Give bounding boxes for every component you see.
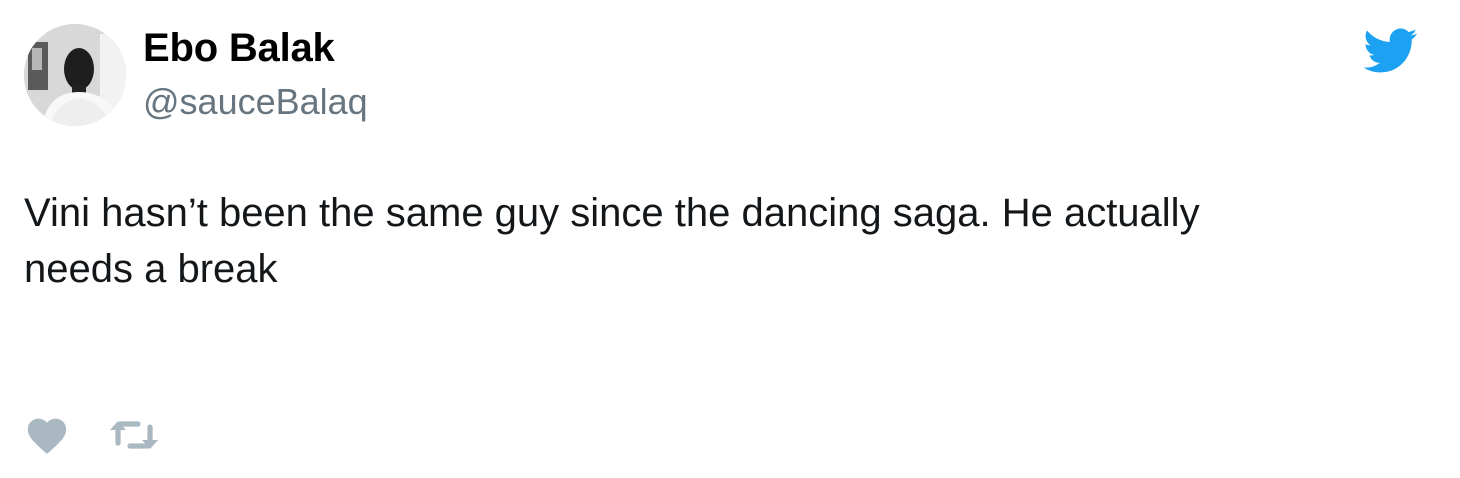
twitter-bird-icon[interactable] xyxy=(1364,27,1418,75)
author-name[interactable]: Ebo Balak xyxy=(143,24,335,72)
retweet-icon xyxy=(110,421,158,449)
avatar[interactable] xyxy=(24,24,126,126)
like-button[interactable] xyxy=(24,412,70,456)
tweet-text: Vini hasn’t been the same guy since the … xyxy=(24,185,1404,297)
heart-icon xyxy=(27,418,67,454)
retweet-button[interactable] xyxy=(110,417,158,453)
tweet-text-line: needs a break xyxy=(24,247,278,291)
author-handle[interactable]: @sauceBalaq xyxy=(143,80,368,124)
tweet-text-line: Vini hasn’t been the same guy since the … xyxy=(24,191,1200,235)
user-avatar-image xyxy=(24,24,126,126)
tweet-card: Ebo Balak @sauceBalaq Vini hasn’t been t… xyxy=(0,0,1460,478)
